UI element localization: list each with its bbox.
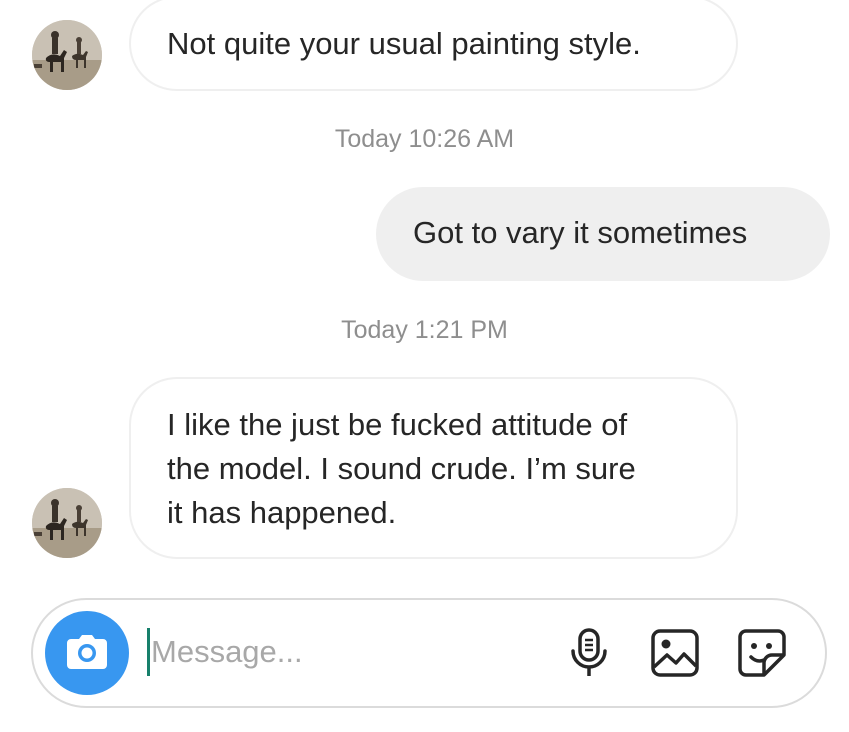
message-text-line: the model. I sound crude. I’m sure	[167, 451, 636, 486]
gallery-button[interactable]	[649, 627, 701, 679]
message-bubble-incoming[interactable]: I like the just be fucked attitude of th…	[129, 377, 738, 559]
message-timestamp: Today 10:26 AM	[334, 125, 515, 153]
message-text-line: it has happened.	[167, 495, 397, 530]
message-text: Not quite your usual painting style.	[167, 26, 641, 61]
sender-avatar[interactable]	[32, 488, 102, 558]
microphone-icon	[571, 628, 607, 676]
voice-message-button[interactable]	[563, 627, 615, 679]
message-timestamp: Today 1:21 PM	[341, 316, 508, 344]
text-cursor	[147, 628, 150, 676]
message-input[interactable]	[151, 624, 541, 680]
message-bubble-outgoing[interactable]: Got to vary it sometimes	[376, 187, 830, 281]
sender-avatar[interactable]	[32, 20, 102, 90]
camera-icon	[67, 635, 107, 669]
message-composer	[31, 598, 827, 708]
message-text-line: I like the just be fucked attitude of	[167, 407, 628, 442]
sticker-icon	[738, 629, 786, 677]
message-bubble-incoming[interactable]: Not quite your usual painting style.	[129, 0, 738, 91]
horse-riders-photo	[32, 488, 102, 558]
sticker-button[interactable]	[736, 627, 788, 679]
camera-button[interactable]	[45, 611, 129, 695]
gallery-icon	[651, 629, 699, 677]
message-text: Got to vary it sometimes	[413, 215, 748, 250]
chat-screen: Not quite your usual painting style. Tod…	[0, 0, 849, 732]
horse-riders-photo	[32, 20, 102, 90]
